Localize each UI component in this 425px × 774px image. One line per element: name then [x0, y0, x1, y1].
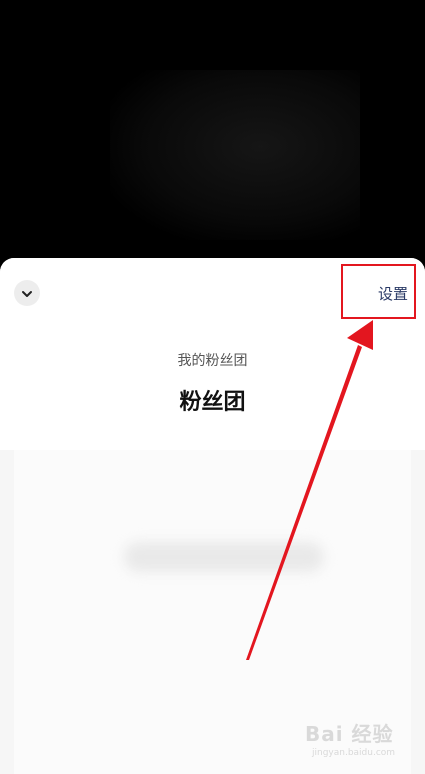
page-subtitle: 我的粉丝团	[177, 353, 248, 369]
watermark-logo: Bai 经验	[305, 722, 394, 746]
chevron-down-icon	[20, 286, 34, 300]
page-title: 粉丝团	[179, 390, 246, 415]
watermark-url: jingyan.baidu.com	[312, 748, 396, 758]
video-frame-ghost	[110, 70, 360, 240]
video-background	[0, 0, 425, 270]
collapse-button[interactable]	[14, 280, 40, 306]
blurred-content	[124, 542, 324, 572]
fan-group-sheet: 设置 我的粉丝团 粉丝团	[0, 258, 425, 774]
settings-highlight-box	[341, 264, 416, 319]
